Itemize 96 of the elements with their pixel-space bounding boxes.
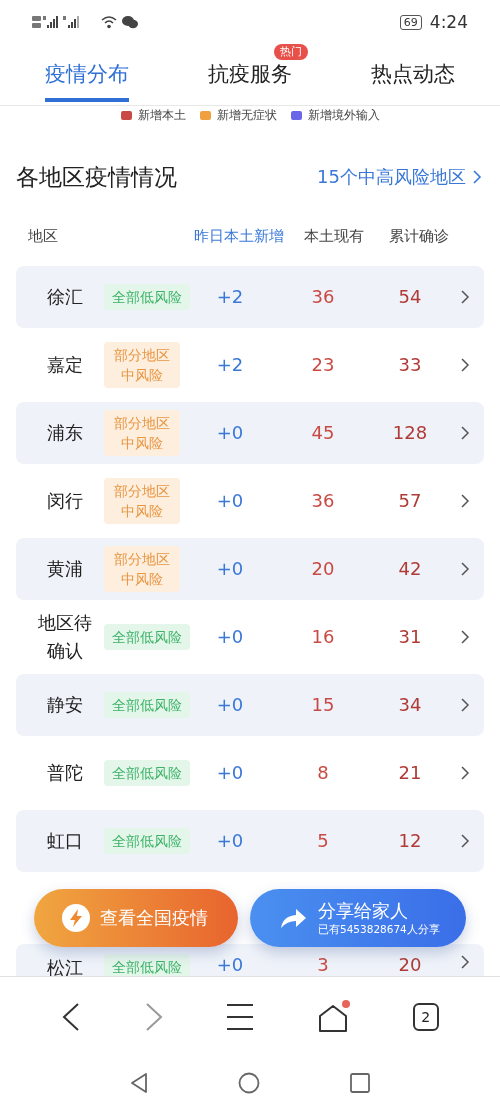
table-cell-text: 5 — [316, 830, 330, 852]
chevron-icon — [460, 628, 470, 645]
menu-icon[interactable] — [225, 1003, 254, 1032]
table-cell-text: 36 — [310, 490, 336, 512]
table-cell-text: +0 — [215, 694, 245, 716]
chevron-icon — [460, 492, 470, 509]
table-cell-text: +2 — [215, 286, 245, 308]
table-cell-text: 45 — [310, 422, 336, 444]
tab[interactable]: 抗疫服务 — [208, 59, 292, 102]
legend-label: 新增境外输入 — [307, 107, 380, 125]
table-cell-text: +0 — [215, 626, 245, 648]
table-cell-text: 36 — [310, 286, 336, 308]
table-cell-text: 16 — [310, 626, 336, 648]
table-cell-text: +0 — [215, 558, 245, 580]
region-name: 嘉定 — [46, 352, 84, 377]
table-cell-text: 54 — [397, 286, 423, 308]
chevron-icon — [460, 356, 470, 373]
chat-icon — [122, 15, 138, 30]
table-cell-text: +2 — [215, 354, 245, 376]
table-cell-text: 8 — [316, 762, 330, 784]
region-name: 虹口 — [46, 828, 84, 853]
table-row[interactable]: 徐汇 全部低风险 +2 36 54 — [16, 265, 484, 328]
column-header: 累计确诊 — [388, 226, 450, 246]
home-icon[interactable] — [238, 1072, 260, 1095]
column-header: 昨日本土新增 — [193, 226, 285, 246]
clock-time: 4:24 — [429, 12, 468, 33]
chevron-icon — [460, 953, 470, 970]
table-cell-text: 12 — [397, 830, 423, 852]
chevron-icon — [460, 288, 470, 305]
hot-badge: 热门 — [274, 43, 308, 60]
region-name: 松江 — [46, 955, 84, 977]
region-name: 黄浦 — [46, 556, 84, 581]
tab[interactable]: 疫情分布 — [45, 59, 130, 102]
chevron-icon — [460, 832, 470, 849]
table-cell-text: 33 — [397, 354, 423, 376]
chevron-icon — [460, 424, 470, 441]
table-row[interactable]: 静安 全部低风险 +0 15 34 — [16, 673, 484, 736]
recents-icon[interactable] — [350, 1073, 370, 1094]
region-name: 浦东 — [46, 420, 84, 445]
section-title: 各地区疫情情况 — [16, 162, 177, 192]
table-row[interactable]: 普陀 全部低风险 +0 8 21 — [16, 741, 484, 804]
battery-icon: 69 — [399, 14, 422, 30]
region-name: 徐汇 — [46, 284, 84, 309]
table-row[interactable]: 地区待确认 全部低风险 +0 16 31 — [16, 605, 484, 668]
table-cell-text: 34 — [397, 694, 423, 716]
tab-count-button[interactable]: 2 — [412, 1003, 439, 1032]
table-cell-text: 57 — [397, 490, 423, 512]
risk-tag: 部分地区中风险 — [104, 545, 180, 592]
wifi-icon — [101, 15, 117, 30]
table-cell-text: 15 — [310, 694, 336, 716]
risk-tag: 全部低风险 — [104, 691, 190, 718]
table-row[interactable]: 嘉定 部分地区中风险 +2 23 33 — [16, 333, 484, 396]
column-header: 地区 — [27, 226, 59, 246]
column-header: 本土现有 — [303, 226, 365, 246]
table-row[interactable]: 黄浦 部分地区中风险 +0 20 42 — [16, 537, 484, 600]
table-cell-text: 3 — [316, 953, 330, 975]
table-cell-text: 128 — [391, 422, 429, 444]
table-row[interactable]: 浦东 部分地区中风险 +0 45 128 — [16, 401, 484, 464]
table-row[interactable]: 虹口 全部低风险 +0 5 12 — [16, 809, 484, 872]
table-cell-text: 21 — [397, 762, 423, 784]
chevron-icon — [460, 764, 470, 781]
lightning-icon — [62, 903, 90, 932]
chevron-icon — [460, 560, 470, 577]
legend-label: 新增无症状 — [216, 107, 277, 125]
risk-tag: 全部低风险 — [104, 827, 190, 854]
risk-tag: 部分地区中风险 — [104, 477, 180, 524]
region-name: 地区待确认 — [37, 610, 93, 663]
legend-label: 新增本土 — [137, 107, 186, 125]
risk-tag: 部分地区中风险 — [104, 409, 180, 456]
risk-tag: 全部低风险 — [104, 953, 190, 977]
tab[interactable]: 热点动态 — [370, 59, 455, 102]
chevron-icon — [472, 169, 482, 186]
table-row[interactable]: 松江 全部低风险 +0 3 20 — [16, 943, 484, 977]
table-row[interactable]: 闵行 部分地区中风险 +0 36 57 — [16, 469, 484, 532]
region-name: 闵行 — [46, 488, 84, 513]
risk-areas-link[interactable]: 15个中高风险地区 — [317, 165, 482, 190]
table-cell-text: 23 — [310, 354, 336, 376]
risk-tag: 全部低风险 — [104, 759, 190, 786]
region-name: 普陀 — [46, 760, 84, 785]
risk-tag: 全部低风险 — [104, 623, 190, 650]
table-cell-text: 20 — [397, 953, 423, 975]
back-icon[interactable] — [130, 1072, 148, 1095]
share-button[interactable]: 分享给家人 已有5453828674人分享 — [250, 888, 466, 947]
table-cell-text: 20 — [310, 558, 336, 580]
risk-tag: 部分地区中风险 — [104, 341, 180, 388]
chevron-icon — [460, 696, 470, 713]
table-cell-text: +0 — [215, 422, 245, 444]
risk-tag: 全部低风险 — [104, 283, 190, 310]
home-icon[interactable] — [316, 1000, 351, 1035]
table-cell-text: +0 — [215, 830, 245, 852]
table-cell-text: 31 — [397, 626, 423, 648]
table-cell-text: +0 — [215, 953, 245, 975]
table-cell-text: +0 — [215, 762, 245, 784]
table-cell-text: +0 — [215, 490, 245, 512]
region-name: 静安 — [46, 692, 84, 717]
table-cell-text: 42 — [397, 558, 423, 580]
